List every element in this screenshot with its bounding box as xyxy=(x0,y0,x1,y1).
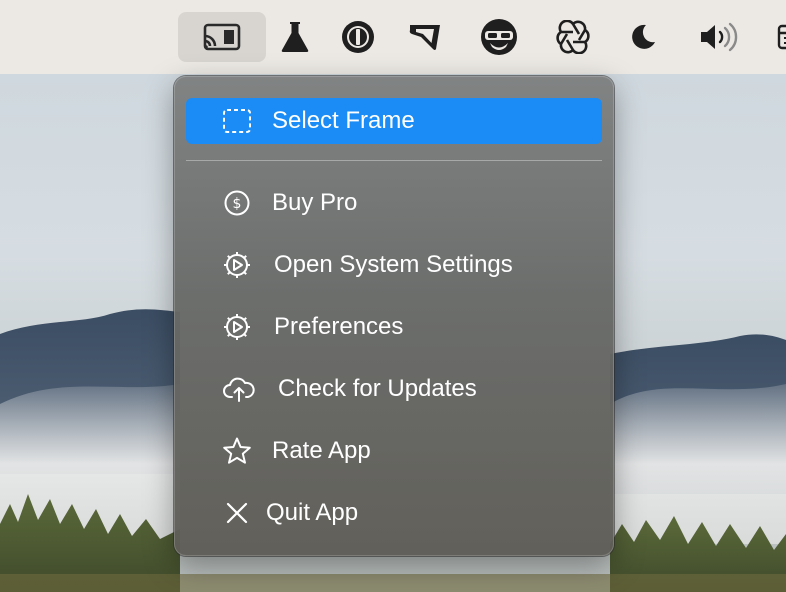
svg-text:$: $ xyxy=(233,196,242,212)
cursor-tool-icon xyxy=(409,25,440,50)
menubar-moon[interactable] xyxy=(618,12,668,62)
gear-play-icon xyxy=(222,250,252,280)
cloud-upload-icon xyxy=(222,374,256,404)
dashed-frame-icon xyxy=(222,106,252,136)
menu-item-rate-app[interactable]: Rate App xyxy=(186,428,602,474)
menu-item-label: Rate App xyxy=(272,437,371,464)
dollar-circle-icon: $ xyxy=(222,188,252,218)
menu-item-label: Preferences xyxy=(274,313,404,340)
menubar-cursor-tool[interactable] xyxy=(400,12,450,62)
calendar-icon xyxy=(777,24,786,50)
menu-item-open-system-settings[interactable]: Open System Settings xyxy=(186,242,602,288)
menu-item-buy-pro[interactable]: $ Buy Pro xyxy=(186,180,602,226)
menu-item-check-for-updates[interactable]: Check for Updates xyxy=(186,366,602,412)
menu-separator xyxy=(186,160,602,161)
menu-bar xyxy=(0,0,786,74)
menu-item-label: Select Frame xyxy=(272,107,415,134)
menubar-calendar[interactable] xyxy=(770,12,786,62)
avatar-mask-icon xyxy=(481,19,517,55)
close-icon xyxy=(222,498,252,528)
openai-icon xyxy=(556,20,590,54)
menubar-screen-cast[interactable] xyxy=(178,12,266,62)
menu-item-preferences[interactable]: Preferences xyxy=(186,304,602,350)
moon-icon xyxy=(632,24,655,49)
password-manager-icon xyxy=(342,21,374,53)
gear-play-icon xyxy=(222,312,252,342)
menu-item-label: Quit App xyxy=(266,499,359,526)
app-dropdown-menu: Select Frame $ Buy Pro Open System Setti… xyxy=(174,76,614,556)
volume-icon xyxy=(701,22,738,52)
menubar-avatar-mask[interactable] xyxy=(474,12,524,62)
screen-cast-icon xyxy=(203,23,241,51)
menu-item-label: Open System Settings xyxy=(274,251,513,278)
menubar-flask[interactable] xyxy=(270,12,320,62)
star-icon xyxy=(222,436,252,466)
menubar-password-manager[interactable] xyxy=(333,12,383,62)
flask-icon xyxy=(281,22,309,52)
menu-item-label: Buy Pro xyxy=(272,189,358,216)
desktop: Select Frame $ Buy Pro Open System Setti… xyxy=(0,0,786,592)
menu-item-quit-app[interactable]: Quit App xyxy=(186,490,602,536)
menu-item-select-frame[interactable]: Select Frame xyxy=(186,98,602,144)
menu-item-label: Check for Updates xyxy=(278,375,477,402)
menubar-volume[interactable] xyxy=(692,12,746,62)
menubar-openai[interactable] xyxy=(548,12,598,62)
